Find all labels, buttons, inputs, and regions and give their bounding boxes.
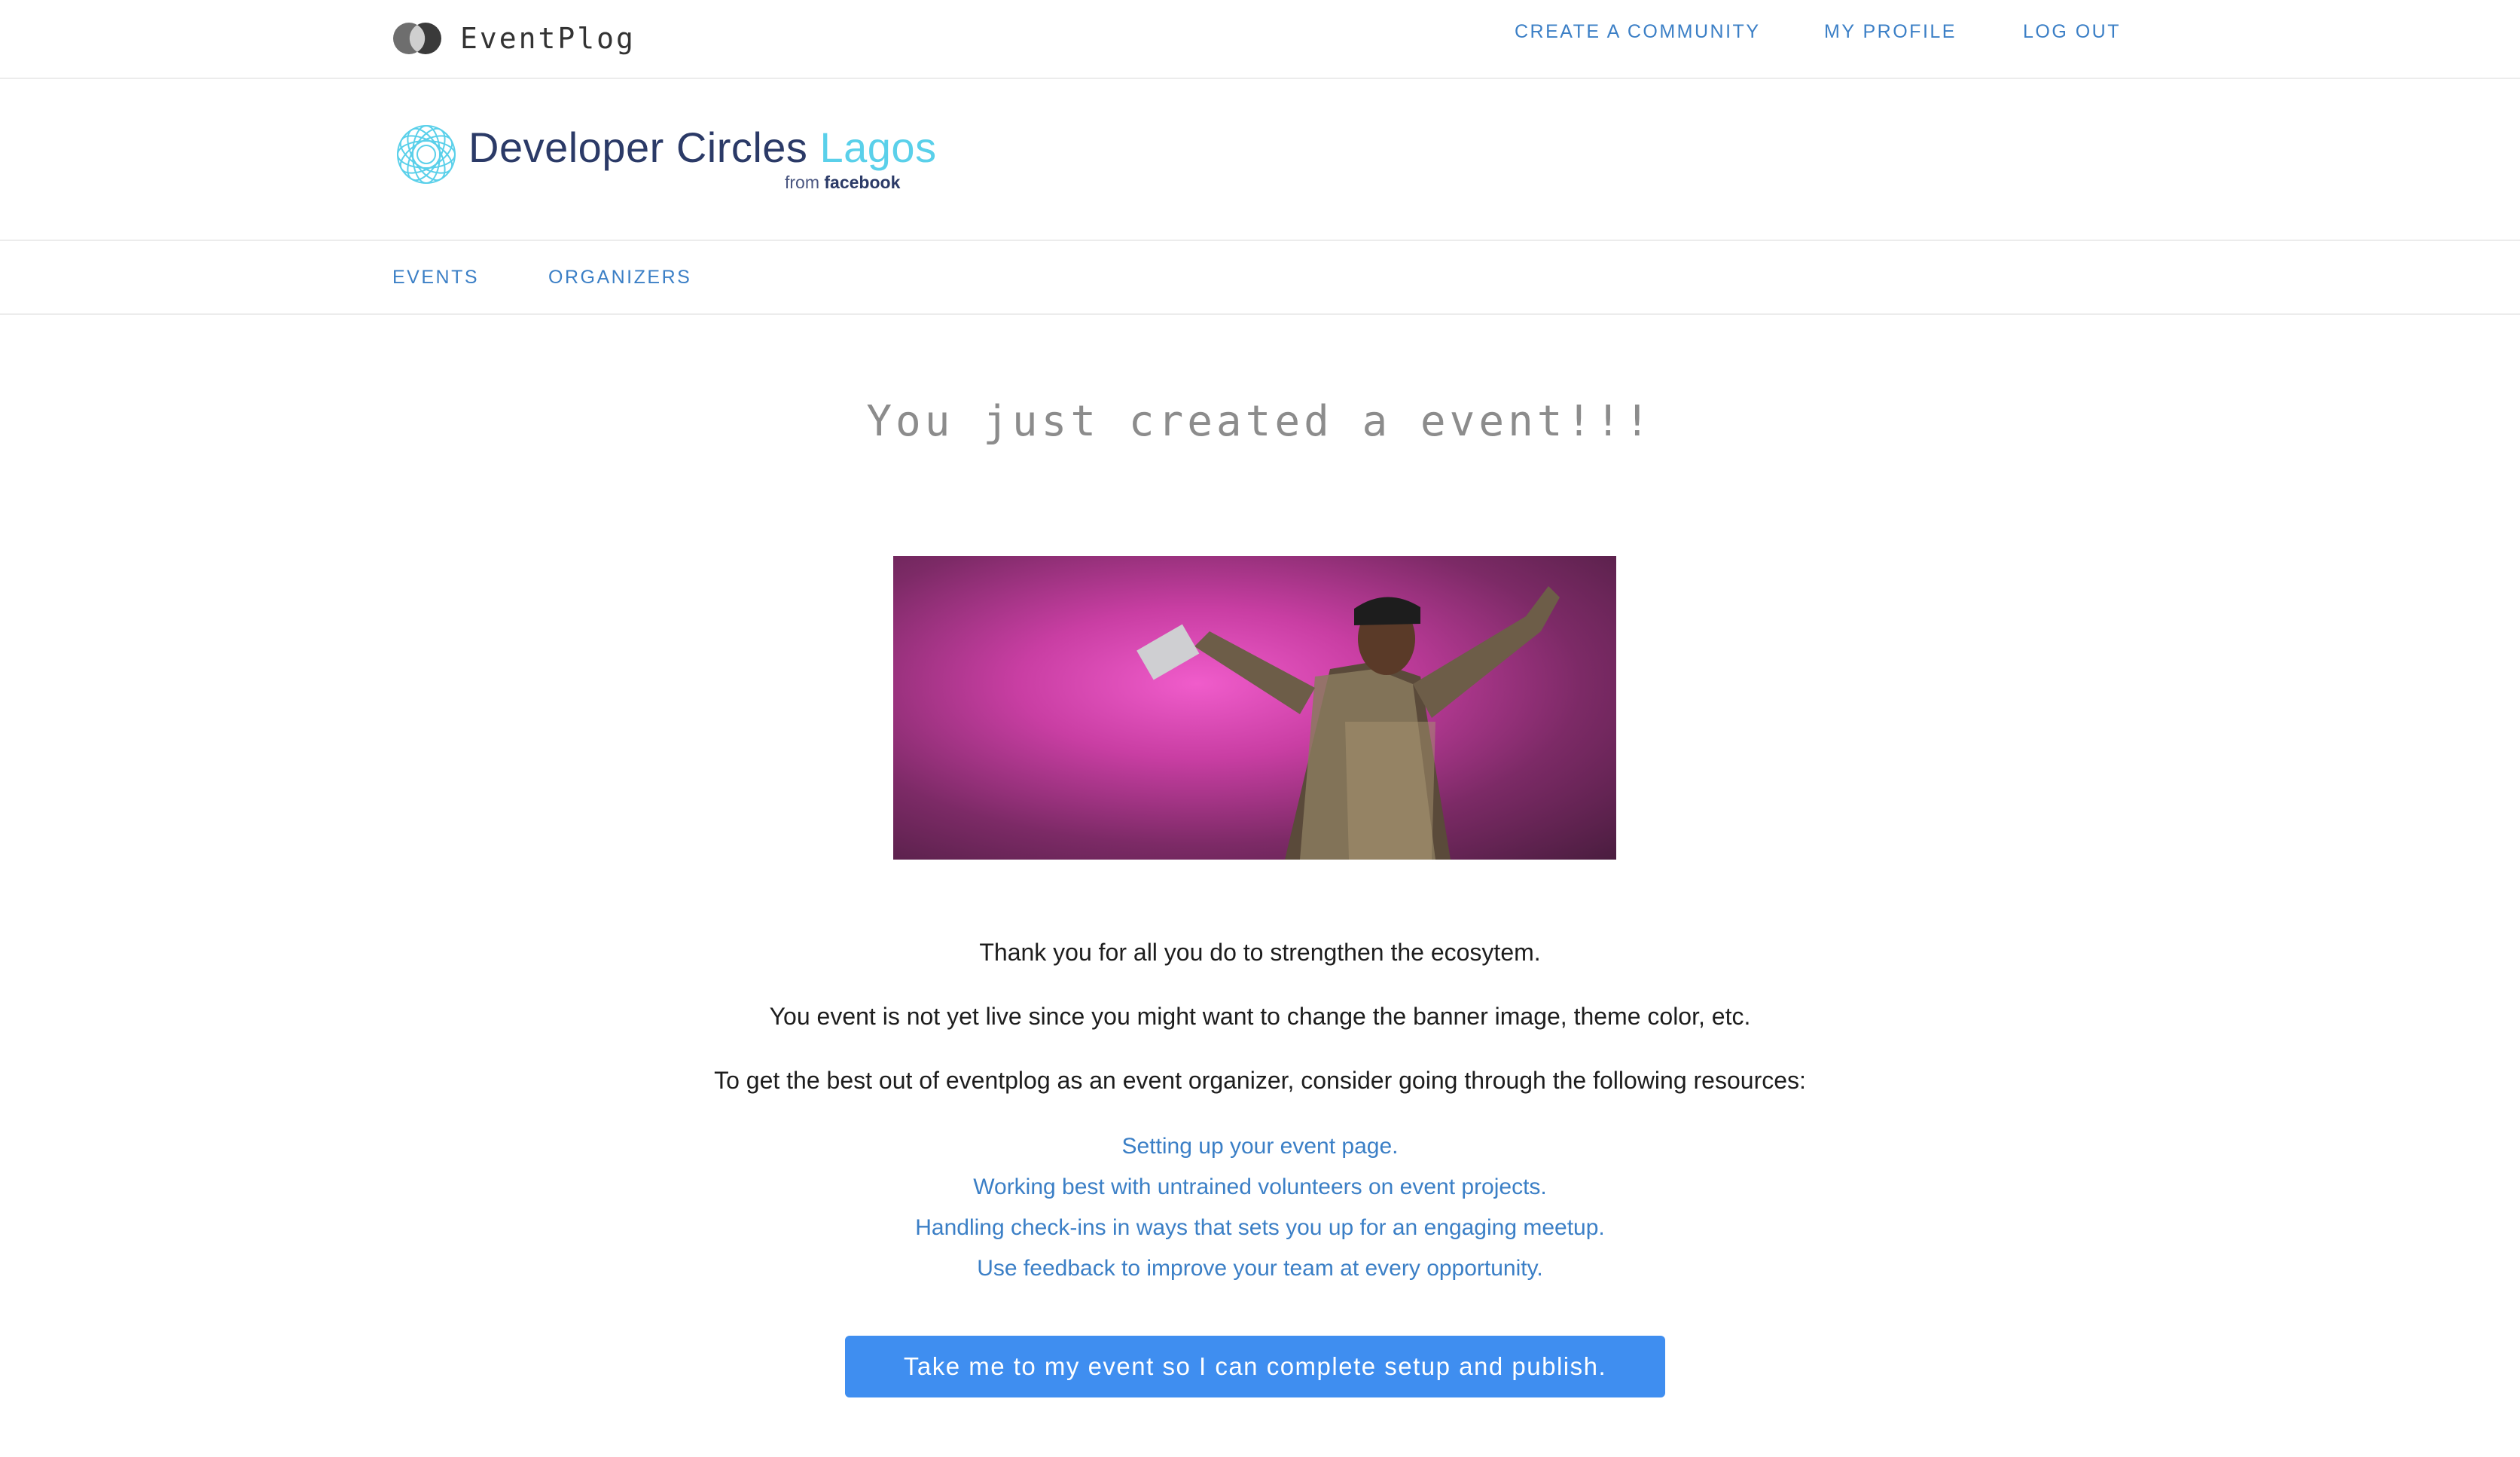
- top-navbar: EventPlog CREATE A COMMUNITY MY PROFILE …: [0, 0, 2520, 79]
- thank-you-text: Thank you for all you do to strengthen t…: [979, 939, 1541, 966]
- page-headline: You just created a event!!!: [866, 397, 1654, 446]
- log-out-link[interactable]: LOG OUT: [2023, 21, 2121, 43]
- resource-link-event-page[interactable]: Setting up your event page.: [0, 1134, 2520, 1159]
- resource-link-check-ins[interactable]: Handling check-ins in ways that sets you…: [0, 1215, 2520, 1241]
- resource-link-volunteers[interactable]: Working best with untrained volunteers o…: [0, 1174, 2520, 1200]
- community-from-line: from facebook: [785, 173, 900, 193]
- top-nav-links: CREATE A COMMUNITY MY PROFILE LOG OUT: [0, 21, 2520, 51]
- celebration-gif: [893, 556, 1616, 860]
- complete-setup-button[interactable]: Take me to my event so I can complete se…: [845, 1336, 1665, 1397]
- tab-organizers[interactable]: ORGANIZERS: [548, 267, 691, 289]
- tab-events[interactable]: EVENTS: [392, 267, 479, 289]
- resource-link-feedback[interactable]: Use feedback to improve your team at eve…: [0, 1256, 2520, 1281]
- facebook-wordmark: facebook: [824, 173, 901, 192]
- community-subnav: EVENTS ORGANIZERS: [0, 241, 2520, 315]
- from-label: from: [785, 173, 819, 192]
- community-title: Developer Circles Lagos: [468, 123, 937, 172]
- not-live-text: You event is not yet live since you migh…: [769, 1003, 1751, 1030]
- celebrating-person-illustration: [1136, 586, 1560, 860]
- my-profile-link[interactable]: MY PROFILE: [1824, 21, 1957, 43]
- community-title-city: Lagos: [819, 124, 937, 171]
- developer-circles-icon: [392, 121, 460, 188]
- create-community-link[interactable]: CREATE A COMMUNITY: [1515, 21, 1761, 43]
- community-title-main: Developer Circles: [468, 124, 808, 171]
- resources-intro-text: To get the best out of eventplog as an e…: [714, 1067, 1806, 1094]
- community-header: Developer Circles Lagos from facebook: [0, 79, 2520, 241]
